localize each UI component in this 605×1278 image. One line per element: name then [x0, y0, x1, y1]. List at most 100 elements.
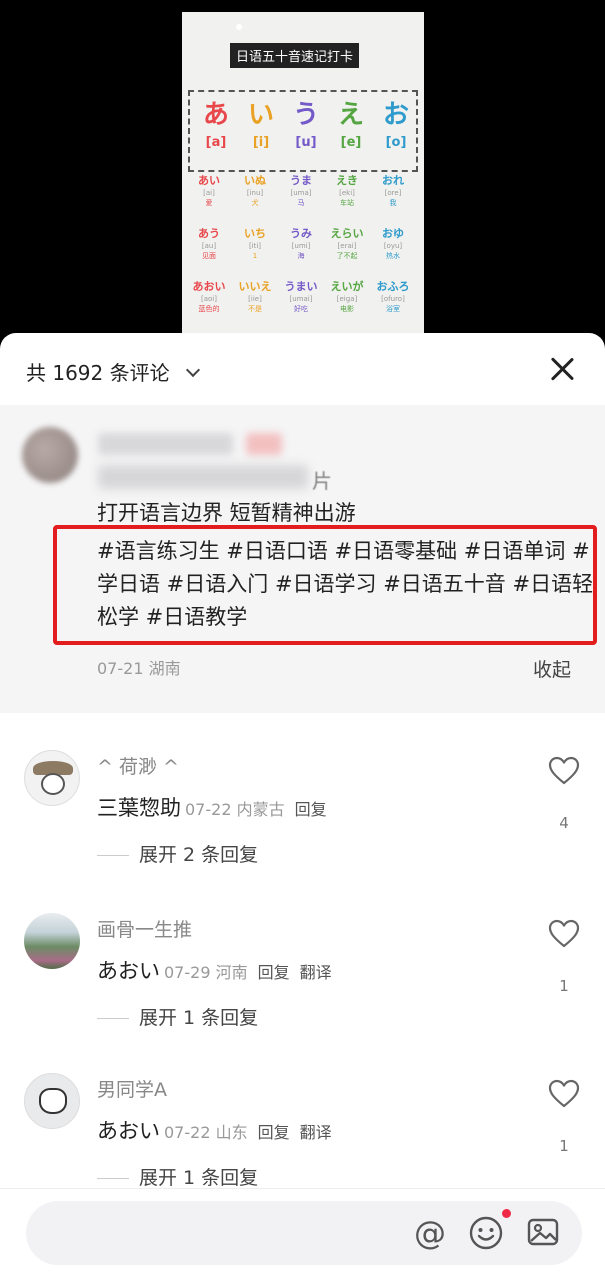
vowel-romaji: [u] [295, 135, 317, 150]
word-meaning: 好吃 [294, 305, 308, 313]
like-count: 1 [559, 1137, 569, 1155]
vowel-cell: う [u] [286, 98, 326, 154]
word-meaning: 1 [252, 252, 258, 260]
word-cell: あう [au] 见面 [186, 227, 232, 261]
word-kana: えいが [330, 280, 364, 293]
card-title: 日语五十音速记打卡 [230, 43, 360, 68]
heart-icon[interactable] [548, 756, 580, 786]
word-kana: いぬ [244, 174, 266, 187]
expand-replies-button[interactable]: 展开 1 条回复 [97, 1163, 258, 1190]
chevron-down-icon[interactable] [185, 362, 201, 378]
avatar[interactable] [24, 1073, 80, 1129]
comment-username[interactable]: 画骨一生推 [97, 915, 192, 942]
mention-button[interactable]: @ [410, 1213, 450, 1253]
comment-text: あおい 07-22 山东 回复 翻译 [97, 1115, 332, 1145]
word-meaning: 蓝色的 [198, 305, 220, 313]
word-romaji: [aoi] [201, 295, 217, 303]
expand-replies-button[interactable]: 展开 2 条回复 [97, 840, 258, 867]
word-cell: えいが [eiga] 电影 [324, 280, 370, 314]
word-romaji: [eki] [339, 189, 355, 197]
word-kana: おれ [382, 174, 404, 187]
comment-body: あおい [97, 1119, 160, 1143]
word-cell: うみ [umi] 海 [278, 227, 324, 261]
sheet-header: 共 1692 条评论 [0, 333, 605, 405]
word-cell: うまい [umai] 好吃 [278, 280, 324, 314]
heart-icon[interactable] [548, 919, 580, 949]
word-romaji: [iti] [248, 242, 262, 250]
author-badge-blurred [246, 433, 282, 455]
word-cell: おふろ [ofuro] 浴室 [370, 280, 416, 314]
comment-text: 三葉惣助 07-22 内蒙古 回复 [97, 792, 327, 822]
comment-sheet: 共 1692 条评论 片 打开语言边界 短暂精神出游 #语言练习生 #日语口语 … [0, 333, 605, 1278]
word-kana: あう [198, 227, 220, 240]
collapse-button[interactable]: 收起 [533, 655, 571, 682]
vowel-romaji: [a] [205, 135, 227, 150]
comment-count[interactable]: 共 1692 条评论 [26, 357, 170, 386]
word-romaji: [iie] [248, 295, 262, 303]
author-avatar[interactable] [22, 427, 78, 483]
reply-button[interactable]: 回复 [258, 1123, 290, 1142]
translate-button[interactable]: 翻译 [300, 963, 332, 982]
avatar[interactable] [24, 913, 80, 969]
word-kana: うみ [290, 227, 312, 240]
word-cell: あい [ai] 爱 [186, 174, 232, 208]
reply-button[interactable]: 回复 [258, 963, 290, 982]
word-cell: おれ [ore] 我 [370, 174, 416, 208]
word-kana: えらい [330, 227, 364, 240]
video-preview[interactable]: 日语五十音速记打卡 あ [a] い [i] う [u] え [e] お [o] あい [ai] 爱 いぬ… [0, 0, 605, 345]
word-kana: いち [244, 227, 266, 240]
comment-username[interactable]: ^ 荷渺 ^ [97, 752, 179, 779]
description-fragment: 片 [312, 469, 332, 493]
comment-item: 画骨一生推 あおい 07-29 河南 回复 翻译 展开 1 条回复 1 [0, 913, 605, 1073]
comment-text: あおい 07-29 河南 回复 翻译 [97, 955, 332, 985]
word-cell: えき [eki] 车站 [324, 174, 370, 208]
hashtag-list[interactable]: #语言练习生 #日语口语 #日语零基础 #日语单词 #学日语 #日语入门 #日语… [97, 535, 597, 634]
expand-replies-label: 展开 1 条回复 [139, 1007, 259, 1029]
word-cell: おゆ [oyu] 热水 [370, 227, 416, 261]
image-icon[interactable] [526, 1215, 560, 1249]
translate-button[interactable]: 翻译 [300, 1123, 332, 1142]
close-icon[interactable] [548, 355, 576, 383]
vowel-romaji: [i] [252, 135, 270, 150]
word-kana: おゆ [382, 227, 404, 240]
comment-item: ^ 荷渺 ^ 三葉惣助 07-22 内蒙古 回复 展开 2 条回复 4 [0, 750, 605, 910]
avatar[interactable] [24, 750, 80, 806]
comment-input-pill[interactable]: @ [26, 1201, 582, 1265]
vowel-cell: あ [a] [196, 98, 236, 154]
vowel-kana: い [247, 100, 274, 130]
word-romaji: [umi] [291, 242, 311, 250]
word-meaning: 见面 [202, 252, 216, 260]
description-text: 打开语言边界 短暂精神出游 [97, 501, 356, 525]
word-meaning: 不是 [248, 305, 262, 313]
word-meaning: 热水 [386, 252, 400, 260]
comment-body: 三葉惣助 [97, 796, 181, 820]
word-meaning: 车站 [340, 199, 354, 207]
word-meaning: 爱 [205, 199, 213, 207]
word-meaning: 了不起 [336, 252, 358, 260]
word-cell: あおい [aoi] 蓝色的 [186, 280, 232, 314]
word-meaning: 犬 [251, 199, 259, 207]
notification-dot [502, 1209, 511, 1218]
word-romaji: [inu] [246, 189, 264, 197]
word-romaji: [au] [201, 242, 217, 250]
heart-icon[interactable] [548, 1079, 580, 1109]
expand-replies-button[interactable]: 展开 1 条回复 [97, 1003, 258, 1030]
word-cell: いいえ [iie] 不是 [232, 280, 278, 314]
word-kana: あい [198, 174, 220, 187]
flashcard-image: 日语五十音速记打卡 あ [a] い [i] う [u] え [e] お [o] あい [ai] 爱 いぬ… [182, 12, 424, 334]
word-kana: おふろ [376, 280, 410, 293]
like-count: 1 [559, 977, 569, 995]
emoji-icon[interactable] [468, 1215, 504, 1251]
comment-input[interactable] [46, 1217, 406, 1249]
word-romaji: [oyu] [383, 242, 403, 250]
reply-button[interactable]: 回复 [295, 800, 327, 819]
word-meaning: 电影 [340, 305, 354, 313]
vowel-box: あ [a] い [i] う [u] え [e] お [o] [188, 90, 418, 172]
word-romaji: [ai] [203, 189, 215, 197]
comment-username[interactable]: 男同学A [97, 1075, 167, 1102]
expand-replies-label: 展开 2 条回复 [139, 844, 259, 866]
word-kana: あおい [192, 280, 226, 293]
word-meaning: 马 [297, 199, 305, 207]
word-romaji: [eiga] [336, 295, 358, 303]
vowel-cell: お [o] [376, 98, 416, 154]
